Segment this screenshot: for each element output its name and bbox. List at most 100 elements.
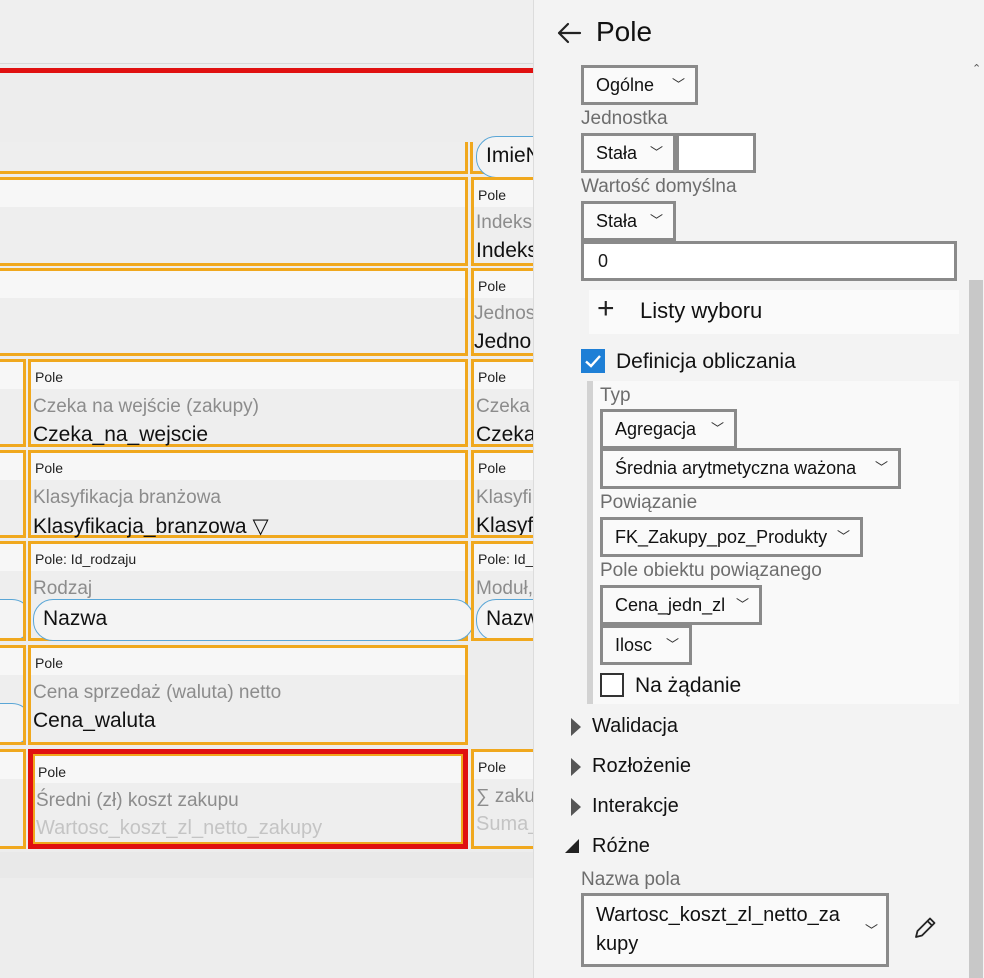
unit-mode-value: Stała [596,143,638,163]
expand-arrow-icon [571,758,581,776]
default-value-input[interactable]: 0 [581,241,957,281]
section-interactions-label: Interakcje [592,795,679,817]
field-card[interactable]: Pole Cena sprzedaż (waluta) netto Cena_w… [28,645,468,745]
lookup-pill[interactable] [0,703,23,742]
designer-canvas[interactable]: ImieN Pole Indeks Indeks Pole Jednos Jed… [0,0,533,978]
field-card[interactable]: Pole Jednos Jedno [471,268,533,356]
field-card[interactable]: Pole: Id_ Moduł, Nazw [471,541,533,641]
lookup-pill[interactable]: ImieN [476,136,533,178]
section-layout-label: Rozłożenie [592,755,691,777]
format-dropdown[interactable]: Ogólne ﹀ [581,65,698,105]
lookup-pill[interactable]: Nazwa [33,599,474,641]
scrollbar-thumb[interactable] [969,280,983,978]
section-interactions[interactable]: Interakcje [562,793,952,825]
field-card[interactable]: Pole Czeka Czeka [471,359,533,447]
unit-input[interactable] [676,133,756,173]
field-card-partial[interactable] [0,450,26,538]
field-name-dropdown[interactable]: Wartosc_koszt_zl_netto_za kupy ﹀ [581,893,889,967]
choice-lists-label: Listy wyboru [640,298,763,323]
field-card-partial[interactable] [0,645,26,745]
calc-definition-checkbox[interactable] [581,349,605,373]
field-card-value: Czeka [476,423,533,446]
field-card-tag: Pole: Id_rodzaju [35,551,137,567]
calc-definition-label: Definicja obliczania [616,350,796,373]
field-card-caption: Rodzaj [33,578,93,599]
relation-dropdown[interactable]: FK_Zakupy_poz_Produkty ﹀ [600,517,863,557]
field-card[interactable]: Pole Klasyfik Klasyf [471,450,533,538]
type-value: Agregacja [615,419,697,439]
canvas-toolbar-strip [0,0,533,64]
chevron-down-icon: ﹀ [649,213,663,228]
weight-field-dropdown[interactable]: Ilosc ﹀ [600,625,692,665]
field-card[interactable]: Pole ∑ zaku Suma_ [471,749,533,849]
field-card-tag: Pole: Id_ [478,551,533,567]
field-card[interactable] [0,177,468,266]
section-validation-label: Walidacja [592,715,678,737]
field-card-partial[interactable]: ImieN [470,136,533,178]
field-card[interactable]: Pole: Id_rodzaju Rodzaj Nazwa [28,541,474,641]
panel-title: Pole [596,16,653,47]
choice-lists-button[interactable]: + Listy wyboru [589,290,959,334]
chevron-down-icon: ﹀ [735,597,749,612]
field-card-caption: Jednos [474,303,533,324]
field-card[interactable]: Pole Czeka na wejście (zakupy) Czeka_na_… [28,359,468,447]
field-card-value: Klasyfikacja_branzowa ▽ [33,515,269,538]
aggregate-function-dropdown[interactable]: Średnia arytmetyczna ważona ﹀ [600,448,901,489]
field-card-partial[interactable] [0,142,468,174]
field-card-value: Czeka_na_wejscie [33,423,209,446]
field-card-caption: Klasyfik [476,487,533,508]
field-card-value: Indeks [476,239,533,262]
edit-name-button[interactable] [912,915,938,946]
section-misc-label: Różne [592,835,650,857]
field-card-tag: Pole [38,764,67,780]
field-card-selected[interactable]: Pole Średni (zł) koszt zakupu Wartosc_ko… [28,749,468,849]
field-card-caption: Czeka na wejście (zakupy) [33,396,259,417]
unit-mode-dropdown[interactable]: Stała ﹀ [581,133,676,173]
relation-value: FK_Zakupy_poz_Produkty [615,527,828,547]
field-card[interactable]: Pole Klasyfikacja branżowa Klasyfikacja_… [28,450,468,538]
related-field-label: Pole obiektu powiązanego [600,560,822,581]
field-card-caption: Moduł, [476,578,533,599]
section-validation[interactable]: Walidacja [562,713,952,745]
field-card-partial[interactable] [0,359,26,447]
chevron-down-icon: ﹀ [836,529,850,544]
field-card-value: Jedno [474,330,532,353]
field-card-tag: Pole [478,460,507,476]
field-card-header [0,180,465,207]
format-dropdown-value: Ogólne [596,75,655,95]
related-field-dropdown[interactable]: Cena_jedn_zl ﹀ [600,585,762,625]
scroll-up-icon[interactable]: ⌃ [972,62,981,75]
field-card-tag: Pole [478,278,507,294]
on-demand-checkbox[interactable] [600,673,624,697]
field-card-caption: Cena sprzedaż (waluta) netto [33,682,282,703]
field-card[interactable] [0,268,468,356]
field-card-value: Suma_ [476,813,533,835]
default-value-label: Wartość domyślna [581,176,737,197]
field-card-tag: Pole [35,369,64,385]
chevron-down-icon: ﹀ [864,923,878,938]
field-card-caption: Klasyfikacja branżowa [33,487,221,508]
arrow-left-icon[interactable] [554,18,584,48]
field-name-value-line2: kupy [596,933,639,955]
on-demand-label: Na żądanie [635,674,742,697]
field-card-partial[interactable] [0,749,26,849]
weight-field-value: Ilosc [615,635,653,655]
relation-label: Powiązanie [600,492,698,513]
field-card-tag: Pole [478,759,507,775]
field-card-caption: Indeks [476,212,532,233]
collapse-arrow-icon [565,839,579,853]
plus-icon: + [597,292,615,325]
lookup-pill[interactable] [0,599,23,638]
field-card-partial[interactable] [0,541,26,641]
section-misc[interactable]: Różne [562,833,952,865]
type-dropdown[interactable]: Agregacja ﹀ [600,409,737,449]
field-card[interactable]: Pole Indeks Indeks [471,177,533,266]
expand-arrow-icon [571,798,581,816]
type-label: Typ [600,385,631,406]
section-footer [0,852,533,878]
back-button[interactable] [554,18,584,53]
section-layout[interactable]: Rozłożenie [562,753,952,785]
lookup-pill[interactable]: Nazw [476,599,533,638]
chevron-down-icon: ﹀ [665,637,679,652]
default-mode-dropdown[interactable]: Stała ﹀ [581,201,676,241]
